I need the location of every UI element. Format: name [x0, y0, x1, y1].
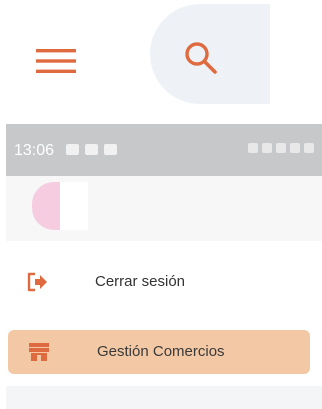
menu-item-business-management[interactable]: Gestión Comercios	[8, 330, 310, 374]
notification-icons	[66, 144, 117, 155]
system-icons	[248, 143, 314, 153]
menu-item-label: Cerrar sesión	[95, 273, 186, 290]
phone-screen: 13:06 Cerrar sesión Gestión Comercios	[6, 124, 322, 409]
location-icon	[262, 143, 272, 153]
menu-item-logout[interactable]: Cerrar sesión	[6, 260, 322, 304]
search-icon[interactable]	[181, 38, 221, 78]
alarm-icon	[248, 143, 258, 153]
hamburger-icon[interactable]	[36, 47, 76, 75]
app-top-bar	[0, 0, 322, 110]
menu-item-label: Gestión Comercios	[97, 343, 225, 360]
drawer-bottom-area	[6, 386, 322, 409]
mail-icon	[85, 144, 98, 155]
status-time: 13:06	[14, 142, 55, 159]
message-icon	[66, 144, 79, 155]
user-name-placeholder	[60, 182, 88, 230]
image-icon	[104, 144, 117, 155]
store-icon	[29, 343, 49, 361]
signal-icon	[304, 143, 314, 153]
drawer-header	[6, 176, 322, 241]
status-bar: 13:06	[6, 124, 322, 176]
wifi-icon	[290, 143, 300, 153]
signal-icon	[276, 143, 286, 153]
logout-icon	[27, 272, 47, 292]
